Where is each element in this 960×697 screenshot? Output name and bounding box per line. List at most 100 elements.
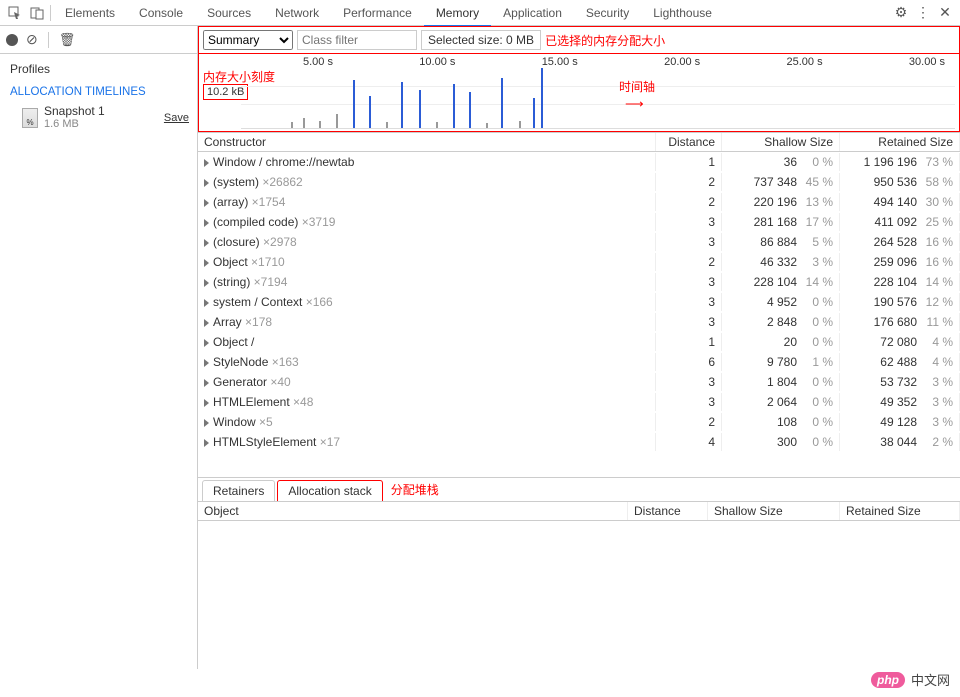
alloc-bar <box>453 84 455 128</box>
alloc-bar <box>319 121 321 128</box>
table-row[interactable]: Generator ×4031 8040 %53 7323 % <box>198 372 960 392</box>
col-constructor[interactable]: Constructor <box>198 133 656 151</box>
rcol-shallow[interactable]: Shallow Size <box>708 502 840 520</box>
device-toggle-icon[interactable] <box>26 2 48 24</box>
expand-icon[interactable] <box>204 159 209 167</box>
retainer-body <box>198 521 960 669</box>
tab-security[interactable]: Security <box>574 1 641 25</box>
devtools-tabbar: ElementsConsoleSourcesNetworkPerformance… <box>0 0 960 26</box>
expand-icon[interactable] <box>204 419 209 427</box>
table-row[interactable]: Window ×521080 %49 1283 % <box>198 412 960 432</box>
arrow-icon: ⟶ <box>625 96 644 112</box>
expand-icon[interactable] <box>204 339 209 347</box>
grid-body[interactable]: Window / chrome://newtab1360 %1 196 1967… <box>198 152 960 477</box>
col-shallow[interactable]: Shallow Size <box>722 133 840 151</box>
alloc-bar <box>436 122 438 128</box>
expand-icon[interactable] <box>204 179 209 187</box>
expand-icon[interactable] <box>204 259 209 267</box>
tab-elements[interactable]: Elements <box>53 1 127 25</box>
watermark-logo: php <box>871 672 905 688</box>
alloc-bar <box>303 118 305 128</box>
table-row[interactable]: HTMLElement ×4832 0640 %49 3523 % <box>198 392 960 412</box>
expand-icon[interactable] <box>204 239 209 247</box>
expand-icon[interactable] <box>204 299 209 307</box>
watermark-text: 中文网 <box>911 670 950 689</box>
profiles-heading: Profiles <box>0 58 197 80</box>
inspect-icon[interactable] <box>4 2 26 24</box>
expand-icon[interactable] <box>204 319 209 327</box>
tab-memory[interactable]: Memory <box>424 1 491 27</box>
tab-lighthouse[interactable]: Lighthouse <box>641 1 724 25</box>
allocation-timelines-heading: ALLOCATION TIMELINES <box>0 80 197 100</box>
time-axis-labels: 5.00 s10.00 s15.00 s20.00 s25.00 s30.00 … <box>203 56 955 68</box>
allocation-timeline[interactable]: 5.00 s10.00 s15.00 s20.00 s25.00 s30.00 … <box>198 54 960 132</box>
tab-network[interactable]: Network <box>263 1 331 25</box>
expand-icon[interactable] <box>204 379 209 387</box>
time-tick: 15.00 s <box>542 56 578 68</box>
table-row[interactable]: Object ×1710246 3323 %259 09616 % <box>198 252 960 272</box>
class-filter-input[interactable] <box>297 30 417 50</box>
tab-allocation-stack[interactable]: Allocation stack <box>277 480 382 501</box>
table-row[interactable]: (array) ×17542220 19613 %494 14030 % <box>198 192 960 212</box>
table-row[interactable]: Array ×17832 8480 %176 68011 % <box>198 312 960 332</box>
snapshot-size: 1.6 MB <box>44 118 158 131</box>
table-row[interactable]: Object /1200 %72 0804 % <box>198 332 960 352</box>
timeline-bars <box>241 68 955 129</box>
expand-icon[interactable] <box>204 219 209 227</box>
tab-performance[interactable]: Performance <box>331 1 424 25</box>
annotation-selected-size: 已选择的内存分配大小 <box>545 32 665 49</box>
expand-icon[interactable] <box>204 439 209 447</box>
profiles-sidebar: Profiles ALLOCATION TIMELINES % Snapshot… <box>0 26 198 669</box>
clear-icon[interactable]: ⊘ <box>26 31 38 48</box>
tab-sources[interactable]: Sources <box>195 1 263 25</box>
time-tick: 5.00 s <box>303 56 333 68</box>
alloc-bar <box>369 96 371 128</box>
alloc-bar <box>401 82 403 128</box>
expand-icon[interactable] <box>204 199 209 207</box>
expand-icon[interactable] <box>204 399 209 407</box>
view-select[interactable]: Summary <box>203 30 293 50</box>
rcol-distance[interactable]: Distance <box>628 502 708 520</box>
table-row[interactable]: HTMLStyleElement ×1743000 %38 0442 % <box>198 432 960 452</box>
alloc-bar <box>386 122 388 128</box>
table-row[interactable]: system / Context ×16634 9520 %190 57612 … <box>198 292 960 312</box>
alloc-bar <box>353 80 355 128</box>
alloc-bar <box>469 92 471 128</box>
tab-console[interactable]: Console <box>127 1 195 25</box>
table-row[interactable]: (string) ×71943228 10414 %228 10414 % <box>198 272 960 292</box>
memory-toolbar: ⊘ 🗑 <box>0 26 198 54</box>
tab-application[interactable]: Application <box>491 1 574 25</box>
table-row[interactable]: Window / chrome://newtab1360 %1 196 1967… <box>198 152 960 172</box>
grid-header: Constructor Distance Shallow Size Retain… <box>198 132 960 152</box>
table-row[interactable]: (compiled code) ×37193281 16817 %411 092… <box>198 212 960 232</box>
col-retained[interactable]: Retained Size <box>840 133 960 151</box>
snapshot-item[interactable]: % Snapshot 1 1.6 MB Save <box>0 100 197 136</box>
alloc-bar <box>541 68 543 128</box>
time-tick: 30.00 s <box>909 56 945 68</box>
alloc-bar <box>501 78 503 128</box>
time-tick: 20.00 s <box>664 56 700 68</box>
expand-icon[interactable] <box>204 359 209 367</box>
record-icon[interactable] <box>6 34 18 46</box>
settings-icon[interactable]: ⚙ <box>890 2 912 24</box>
gc-icon[interactable]: 🗑 <box>59 32 76 48</box>
annotation-alloc-stack: 分配堆栈 <box>391 481 439 498</box>
expand-icon[interactable] <box>204 279 209 287</box>
table-row[interactable]: (system) ×268622737 34845 %950 53658 % <box>198 172 960 192</box>
kebab-menu-icon[interactable]: ⋮ <box>912 2 934 24</box>
col-distance[interactable]: Distance <box>656 133 722 151</box>
filter-bar: Summary Selected size: 0 MB 已选择的内存分配大小 <box>198 26 960 54</box>
retainer-tabs: Retainers Allocation stack 分配堆栈 <box>198 477 960 501</box>
snapshot-name: Snapshot 1 <box>44 104 158 118</box>
tab-retainers[interactable]: Retainers <box>202 480 275 501</box>
rcol-object[interactable]: Object <box>198 502 628 520</box>
rcol-retained[interactable]: Retained Size <box>840 502 960 520</box>
table-row[interactable]: StyleNode ×16369 7801 %62 4884 % <box>198 352 960 372</box>
close-devtools-icon[interactable]: ✕ <box>934 2 956 24</box>
annotation-time-axis: 时间轴 <box>619 78 655 95</box>
watermark: php 中文网 <box>871 670 950 689</box>
table-row[interactable]: (closure) ×2978386 8845 %264 52816 % <box>198 232 960 252</box>
snapshot-save-link[interactable]: Save <box>164 112 189 124</box>
time-tick: 10.00 s <box>419 56 455 68</box>
alloc-bar <box>533 98 535 128</box>
